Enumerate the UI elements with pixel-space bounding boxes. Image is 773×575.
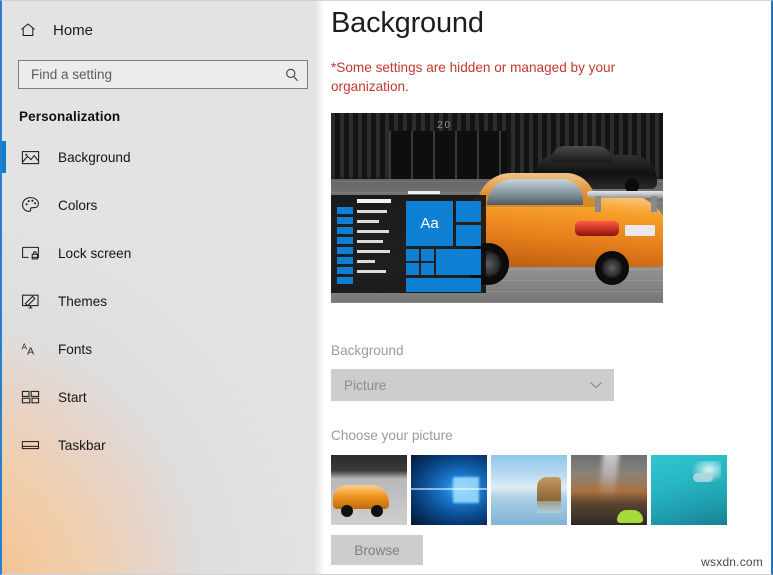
chevron-down-icon: [589, 380, 603, 390]
sidebar-item-label: Fonts: [58, 341, 92, 357]
picture-thumbnail-list: [331, 455, 771, 525]
sidebar-section-title: Personalization: [19, 109, 121, 124]
browse-button[interactable]: Browse: [331, 535, 423, 565]
background-field-label: Background: [331, 343, 404, 358]
brush-icon: [21, 293, 40, 310]
desktop-preview: 20 Aa: [331, 113, 663, 303]
sidebar-item-label: Colors: [58, 197, 98, 213]
sidebar-item-start[interactable]: Start: [2, 373, 323, 421]
watermark: wsxdn.com: [701, 555, 763, 569]
sidebar-item-label: Lock screen: [58, 245, 132, 261]
preview-start-tiles: Aa: [406, 191, 481, 292]
choose-picture-label: Choose your picture: [331, 428, 453, 443]
page-title: Background: [331, 7, 484, 39]
preview-start-icon-column: [337, 207, 353, 287]
sidebar-item-home[interactable]: Home: [2, 10, 323, 50]
sidebar-nav: Background Colors Lock screen Themes A A…: [2, 133, 323, 469]
thumbnail-beach-sea-stack[interactable]: [491, 455, 567, 525]
main-content: Background *Some settings are hidden or …: [323, 1, 771, 574]
sidebar: Home Personalization: [2, 1, 323, 574]
sidebar-item-colors[interactable]: Colors: [2, 181, 323, 229]
sidebar-item-background[interactable]: Background: [2, 133, 323, 181]
preview-start-app-list: [357, 199, 397, 280]
thumbnail-dusk-aurora[interactable]: [571, 455, 647, 525]
start-tiles-icon: [21, 389, 40, 405]
thumbnail-underwater-teal[interactable]: [651, 455, 727, 525]
taskbar-icon: [21, 438, 40, 452]
svg-text:A: A: [27, 346, 34, 357]
sidebar-item-taskbar[interactable]: Taskbar: [2, 421, 323, 469]
preview-orange-car: [459, 171, 663, 287]
picture-icon: [21, 149, 40, 166]
preview-tile-text: Aa: [420, 215, 439, 232]
search-icon[interactable]: [284, 67, 300, 83]
lock-screen-icon: [21, 245, 40, 261]
search-box[interactable]: [18, 60, 308, 89]
sidebar-item-label: Themes: [58, 293, 108, 309]
background-type-value: Picture: [344, 377, 387, 393]
sidebar-item-label: Start: [58, 389, 87, 405]
fonts-icon: A A: [21, 341, 40, 358]
sidebar-item-label: Background: [58, 149, 131, 165]
sidebar-item-label: Taskbar: [58, 437, 106, 453]
sidebar-item-lock-screen[interactable]: Lock screen: [2, 229, 323, 277]
sidebar-item-themes[interactable]: Themes: [2, 277, 323, 325]
search-input[interactable]: [31, 61, 284, 88]
preview-street-number: 20: [437, 120, 453, 131]
sidebar-item-fonts[interactable]: A A Fonts: [2, 325, 323, 373]
settings-window: Home Personalization: [0, 0, 773, 575]
home-icon: [19, 21, 37, 39]
background-type-dropdown[interactable]: Picture: [331, 369, 614, 401]
thumbnail-windows-hero-blue[interactable]: [411, 455, 487, 525]
thumbnail-orange-sports-car[interactable]: [331, 455, 407, 525]
palette-icon: [21, 196, 40, 214]
home-label: Home: [53, 21, 94, 39]
organization-notice: *Some settings are hidden or managed by …: [331, 60, 616, 94]
